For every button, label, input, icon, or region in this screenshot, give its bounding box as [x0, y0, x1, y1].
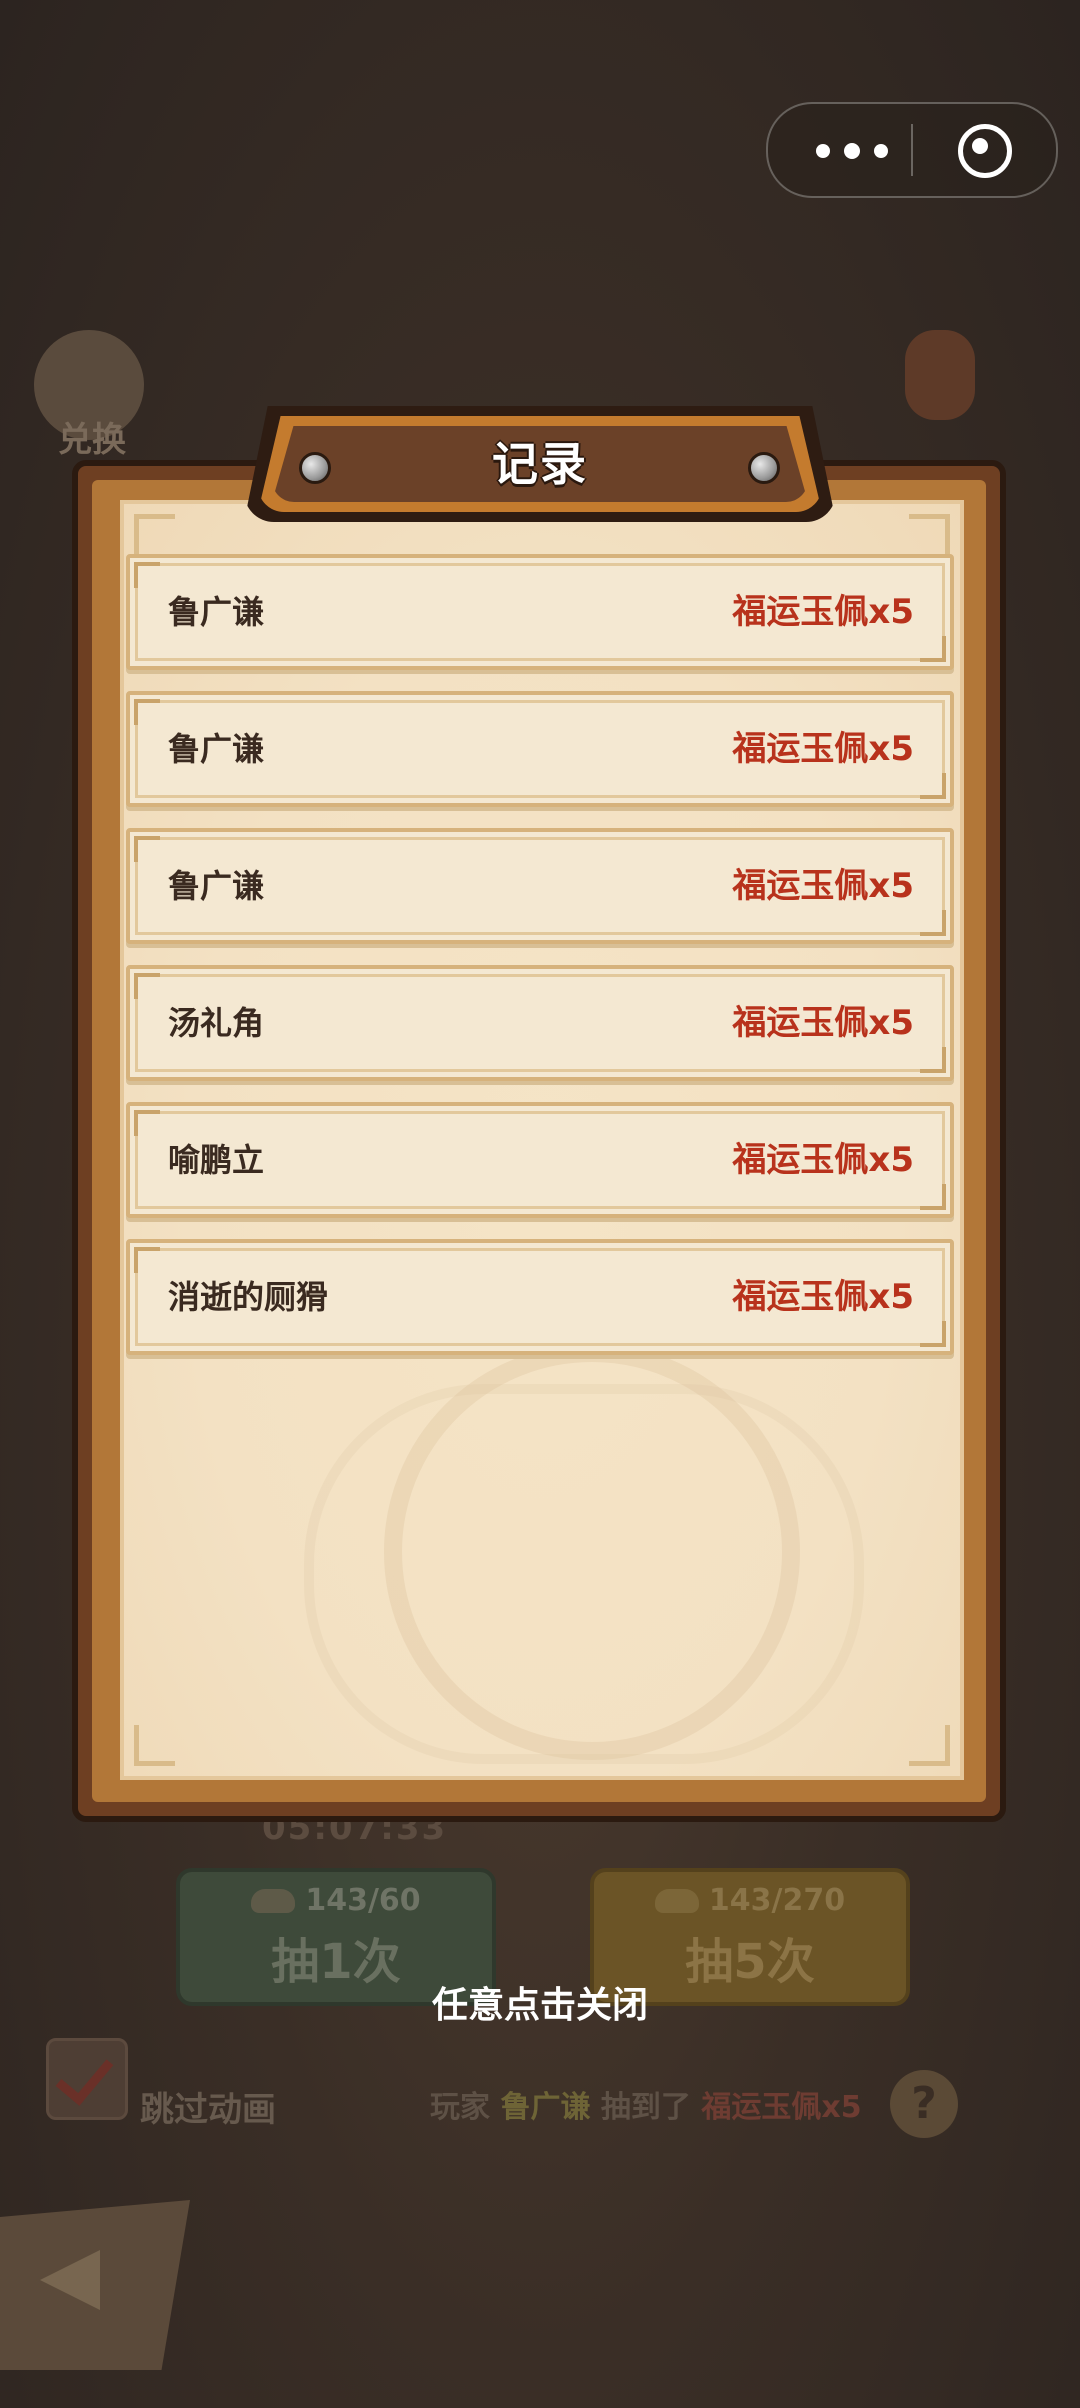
tap-to-close-hint[interactable]: 任意点击关闭: [0, 1976, 1080, 2028]
ticker-item: 福运玉佩x5: [701, 2090, 862, 2125]
close-miniprogram-icon[interactable]: [958, 124, 1012, 178]
ticker-prefix: 玩家: [430, 2090, 490, 2125]
record-reward: 福运玉佩x5: [732, 592, 914, 632]
skip-animation-label: 跳过动画: [140, 2090, 276, 2130]
record-reward: 福运玉佩x5: [732, 1277, 914, 1317]
record-row: 鲁广谦 福运玉佩x5: [126, 828, 954, 944]
exchange-label: 兑换: [58, 420, 126, 460]
dialog-title: 记录: [492, 437, 588, 491]
record-player-name: 鲁广谦: [168, 593, 265, 631]
record-player-name: 鲁广谦: [168, 730, 265, 768]
capsule-divider: [911, 124, 913, 176]
record-row: 汤礼角 福运玉佩x5: [126, 965, 954, 1081]
draw-five-count: 143/270: [708, 1882, 846, 1918]
more-dots-icon[interactable]: [816, 134, 912, 166]
ticker-middle: 抽到了: [600, 2090, 691, 2125]
ticker-player: 鲁广谦: [500, 2090, 591, 2125]
miniprogram-capsule: [766, 102, 1058, 198]
record-player-name: 消逝的厕猾: [168, 1278, 329, 1316]
record-row: 消逝的厕猾 福运玉佩x5: [126, 1239, 954, 1355]
skip-animation-checkbox: [46, 2038, 128, 2120]
record-row: 鲁广谦 福运玉佩x5: [126, 554, 954, 670]
record-reward: 福运玉佩x5: [732, 729, 914, 769]
record-row: 喻鹏立 福运玉佩x5: [126, 1102, 954, 1218]
record-player-name: 鲁广谦: [168, 867, 265, 905]
ingot-icon: [251, 1889, 296, 1913]
record-reward: 福运玉佩x5: [732, 866, 914, 906]
record-reward: 福运玉佩x5: [732, 1140, 914, 1180]
record-reward: 福运玉佩x5: [732, 1003, 914, 1043]
draw-once-count: 143/60: [305, 1882, 421, 1918]
ingot-icon: [654, 1889, 699, 1913]
help-icon: ?: [890, 2070, 958, 2138]
back-arrow-icon: [40, 2250, 100, 2310]
record-row: 鲁广谦 福运玉佩x5: [126, 691, 954, 807]
lantern-icon: [905, 330, 975, 420]
draw-ticker: 玩家 鲁广谦 抽到了 福运玉佩x5: [430, 2082, 862, 2126]
medallion-watermark: [384, 1344, 800, 1760]
record-player-name: 喻鹏立: [168, 1141, 265, 1179]
record-player-name: 汤礼角: [168, 1004, 265, 1042]
record-list: 鲁广谦 福运玉佩x5 鲁广谦 福运玉佩x5 鲁广谦 福运玉佩x5 汤礼角 福运玉…: [126, 554, 954, 1376]
